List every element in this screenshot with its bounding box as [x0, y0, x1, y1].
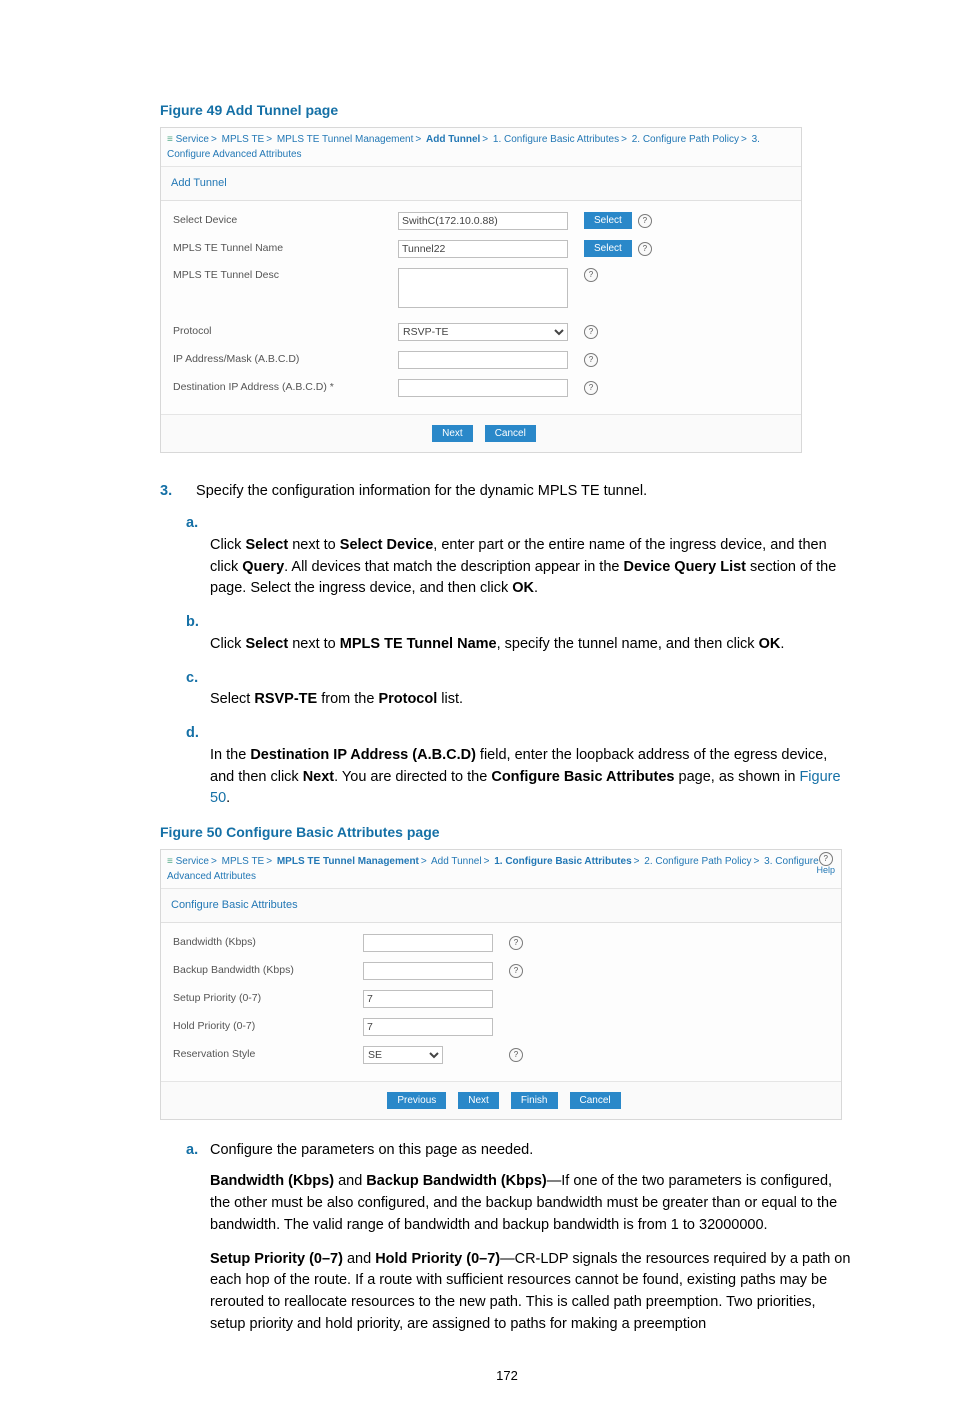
reservation-style-label: Reservation Style — [173, 1047, 363, 1063]
panel-title: Configure Basic Attributes — [161, 889, 841, 923]
crumb-item[interactable]: 2. Configure Path Policy — [632, 134, 739, 145]
priority-paragraph: Setup Priority (0–7) and Hold Priority (… — [210, 1249, 854, 1336]
hold-priority-label: Hold Priority (0-7) — [173, 1019, 363, 1035]
basic-attributes-screenshot: ? Help ≡ Service> MPLS TE> MPLS TE Tunne… — [160, 849, 842, 1120]
crumb-item[interactable]: Service — [176, 134, 209, 145]
crumb-item[interactable]: Service — [176, 856, 209, 867]
figure-49-caption: Figure 49 Add Tunnel page — [160, 100, 854, 121]
add-tunnel-form: Select Device Select ? MPLS TE Tunnel Na… — [161, 201, 801, 415]
step-3a: Click Select next to Select Device, ente… — [210, 513, 854, 600]
add-tunnel-screenshot: ≡ Service> MPLS TE> MPLS TE Tunnel Manag… — [160, 127, 802, 453]
help-link[interactable]: ? Help — [816, 852, 835, 875]
next-button[interactable]: Next — [432, 425, 473, 442]
step-3: Specify the configuration information fo… — [160, 481, 854, 810]
step-3b: Click Select next to MPLS TE Tunnel Name… — [210, 612, 854, 656]
step-3d: In the Destination IP Address (A.B.C.D) … — [210, 723, 854, 810]
help-icon[interactable]: ? — [509, 964, 523, 978]
crumb-item-current: 1. Configure Basic Attributes — [494, 856, 631, 867]
help-icon[interactable]: ? — [584, 381, 598, 395]
cancel-button[interactable]: Cancel — [485, 425, 536, 442]
help-icon[interactable]: ? — [638, 242, 652, 256]
help-icon[interactable]: ? — [584, 325, 598, 339]
tunnel-name-input[interactable] — [398, 240, 568, 258]
backup-bandwidth-input[interactable] — [363, 962, 493, 980]
step-a: a.Configure the parameters on this page … — [210, 1140, 854, 1336]
setup-priority-label: Setup Priority (0-7) — [173, 991, 363, 1007]
basic-attributes-form: Bandwidth (Kbps) ? Backup Bandwidth (Kbp… — [161, 923, 841, 1081]
dest-ip-input[interactable] — [398, 379, 568, 397]
ip-mask-input[interactable] — [398, 351, 568, 369]
bw-paragraph: Bandwidth (Kbps) and Backup Bandwidth (K… — [210, 1171, 854, 1236]
step-3c: Select RSVP-TE from the Protocol list. — [210, 668, 854, 712]
cancel-button[interactable]: Cancel — [570, 1092, 621, 1109]
crumb-item[interactable]: MPLS TE — [222, 856, 265, 867]
help-icon[interactable]: ? — [584, 353, 598, 367]
select-device-button[interactable]: Select — [584, 212, 632, 229]
crumb-item[interactable]: 2. Configure Path Policy — [644, 856, 751, 867]
dest-ip-label: Destination IP Address (A.B.C.D) * — [173, 380, 398, 396]
page-number: 172 — [160, 1366, 854, 1386]
step-3-text: Specify the configuration information fo… — [196, 483, 647, 499]
backup-bandwidth-label: Backup Bandwidth (Kbps) — [173, 963, 363, 979]
crumb-item[interactable]: MPLS TE Tunnel Management — [277, 134, 414, 145]
breadcrumb: ≡ Service> MPLS TE> MPLS TE Tunnel Manag… — [161, 850, 841, 889]
protocol-label: Protocol — [173, 324, 398, 340]
breadcrumb-icon: ≡ — [167, 856, 173, 867]
setup-priority-input[interactable] — [363, 990, 493, 1008]
select-device-label: Select Device — [173, 213, 398, 229]
crumb-item[interactable]: MPLS TE Tunnel Management — [277, 856, 419, 867]
select-device-input[interactable] — [398, 212, 568, 230]
previous-button[interactable]: Previous — [387, 1092, 446, 1109]
tunnel-desc-label: MPLS TE Tunnel Desc — [173, 268, 398, 284]
tunnel-name-label: MPLS TE Tunnel Name — [173, 241, 398, 257]
crumb-item[interactable]: MPLS TE — [222, 134, 265, 145]
ip-mask-label: IP Address/Mask (A.B.C.D) — [173, 352, 398, 368]
finish-button[interactable]: Finish — [511, 1092, 558, 1109]
help-icon[interactable]: ? — [638, 214, 652, 228]
tunnel-desc-input[interactable] — [398, 268, 568, 308]
bandwidth-input[interactable] — [363, 934, 493, 952]
breadcrumb: ≡ Service> MPLS TE> MPLS TE Tunnel Manag… — [161, 128, 801, 167]
help-icon: ? — [819, 852, 833, 866]
crumb-item[interactable]: Add Tunnel — [431, 856, 482, 867]
reservation-style-select[interactable]: SE — [363, 1046, 443, 1064]
crumb-item-current: Add Tunnel — [426, 134, 480, 145]
help-icon[interactable]: ? — [509, 936, 523, 950]
panel-title: Add Tunnel — [161, 167, 801, 201]
next-button[interactable]: Next — [458, 1092, 499, 1109]
crumb-item[interactable]: 1. Configure Basic Attributes — [493, 134, 619, 145]
help-icon[interactable]: ? — [509, 1048, 523, 1062]
bandwidth-label: Bandwidth (Kbps) — [173, 935, 363, 951]
figure-50-caption: Figure 50 Configure Basic Attributes pag… — [160, 822, 854, 843]
tunnel-name-select-button[interactable]: Select — [584, 240, 632, 257]
help-icon[interactable]: ? — [584, 268, 598, 282]
protocol-select[interactable]: RSVP-TE — [398, 323, 568, 341]
breadcrumb-icon: ≡ — [167, 134, 173, 145]
hold-priority-input[interactable] — [363, 1018, 493, 1036]
